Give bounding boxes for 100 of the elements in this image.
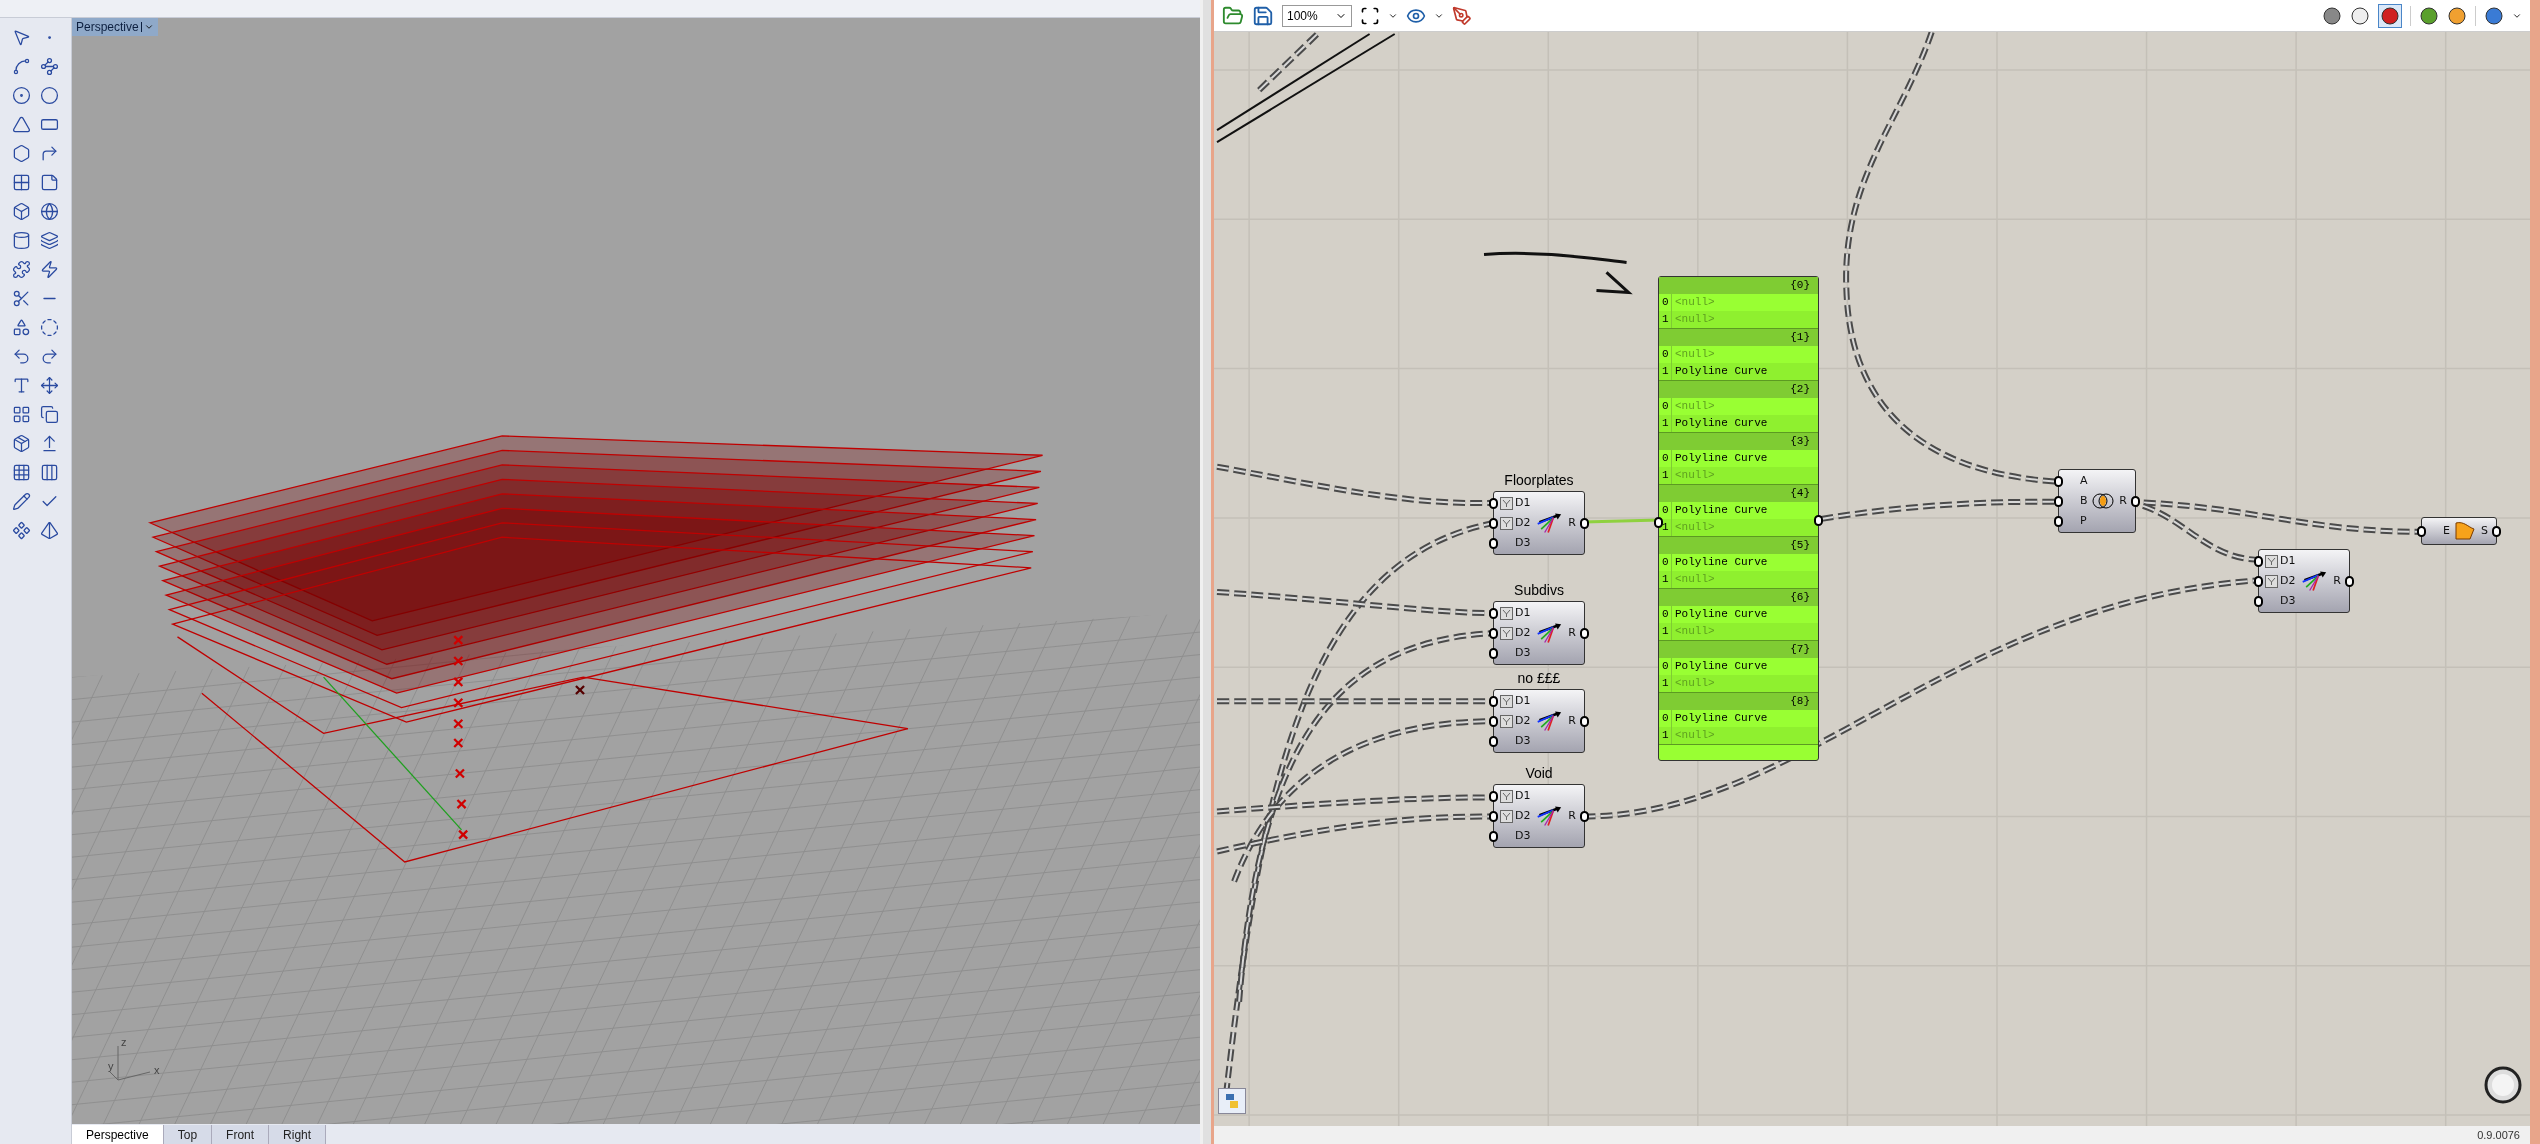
sheet-icon[interactable] bbox=[39, 173, 59, 192]
sphere-icon[interactable] bbox=[39, 202, 59, 221]
grid-icon[interactable] bbox=[12, 173, 32, 192]
grip-icon[interactable] bbox=[1489, 830, 1498, 842]
grip-icon[interactable] bbox=[2054, 475, 2063, 487]
grip-icon[interactable] bbox=[1489, 537, 1498, 549]
view-tab[interactable]: Top bbox=[163, 1125, 213, 1144]
save-icon[interactable] bbox=[1252, 4, 1274, 27]
grip-icon[interactable] bbox=[2492, 525, 2501, 537]
package-icon[interactable] bbox=[12, 434, 32, 453]
polygon-icon[interactable] bbox=[12, 144, 32, 163]
circle-icon[interactable] bbox=[12, 86, 32, 105]
sphere-icon[interactable] bbox=[2447, 5, 2467, 26]
curve-icon[interactable] bbox=[12, 57, 32, 76]
triangle-icon[interactable] bbox=[12, 115, 32, 134]
grip-icon[interactable] bbox=[1489, 790, 1498, 802]
item-index: 1 bbox=[1659, 675, 1672, 692]
grip-icon[interactable] bbox=[1489, 517, 1498, 529]
item-value: <null> bbox=[1674, 572, 1715, 588]
shapes-icon[interactable] bbox=[12, 318, 32, 337]
grip-icon[interactable] bbox=[1489, 627, 1498, 639]
move-icon[interactable] bbox=[39, 376, 59, 395]
branch-path: {7} bbox=[1790, 642, 1810, 658]
axis-label: x bbox=[154, 1063, 160, 1078]
grip-icon[interactable] bbox=[2054, 515, 2063, 527]
input-name: D3 bbox=[1515, 534, 1531, 551]
item-value: Polyline Curve bbox=[1674, 711, 1768, 727]
grip-icon[interactable] bbox=[2417, 525, 2426, 537]
cylinder-icon[interactable] bbox=[12, 231, 32, 250]
view-tab[interactable]: Perspective bbox=[72, 1125, 164, 1144]
grip-icon[interactable] bbox=[1489, 497, 1498, 509]
sphere-icon[interactable] bbox=[2484, 5, 2504, 26]
ellipse-icon[interactable] bbox=[39, 86, 59, 105]
grip-icon[interactable] bbox=[1489, 647, 1498, 659]
copy-icon[interactable] bbox=[39, 405, 59, 424]
flatten-icon[interactable] bbox=[1500, 694, 1513, 708]
flatten-icon[interactable] bbox=[2265, 554, 2278, 568]
diamond-shapes-icon[interactable] bbox=[12, 521, 32, 540]
flatten-icon[interactable] bbox=[2265, 574, 2278, 588]
item-value: <null> bbox=[1674, 624, 1715, 640]
grip-icon[interactable] bbox=[2345, 575, 2354, 587]
pencil-icon[interactable] bbox=[12, 492, 32, 511]
grip-icon[interactable] bbox=[2254, 595, 2263, 607]
sphere-icon[interactable] bbox=[2322, 5, 2342, 26]
puzzle-icon[interactable] bbox=[12, 260, 32, 279]
box-icon[interactable] bbox=[12, 202, 32, 221]
branch-path: {8} bbox=[1790, 694, 1810, 710]
grip-icon[interactable] bbox=[1489, 607, 1498, 619]
grip-icon[interactable] bbox=[1489, 715, 1498, 727]
view-tab[interactable]: Front bbox=[212, 1125, 270, 1144]
view-tab[interactable]: Right bbox=[269, 1125, 327, 1144]
python-icon[interactable] bbox=[1218, 1088, 1246, 1114]
flatten-icon[interactable] bbox=[1500, 789, 1513, 803]
grip-icon[interactable] bbox=[1580, 517, 1589, 529]
flatten-icon[interactable] bbox=[1500, 809, 1513, 823]
grid-icon[interactable] bbox=[12, 463, 32, 482]
grip-icon[interactable] bbox=[2254, 555, 2263, 567]
grip-icon[interactable] bbox=[1489, 810, 1498, 822]
grip-icon[interactable] bbox=[1580, 810, 1589, 822]
item-index: 1 bbox=[1659, 311, 1672, 328]
lightning-icon[interactable] bbox=[39, 260, 59, 279]
output-name: R bbox=[1568, 807, 1576, 824]
flatten-icon[interactable] bbox=[1500, 626, 1513, 640]
grip-icon[interactable] bbox=[2054, 495, 2063, 507]
control-points-icon[interactable] bbox=[39, 57, 59, 76]
pyramid-icon[interactable] bbox=[39, 521, 59, 540]
sphere-icon[interactable] bbox=[2419, 5, 2439, 26]
item-value: <null> bbox=[1674, 468, 1715, 484]
output-name: R bbox=[2333, 572, 2341, 589]
item-value: Polyline Curve bbox=[1674, 607, 1768, 623]
columns-icon[interactable] bbox=[39, 463, 59, 482]
branch-path: {5} bbox=[1790, 538, 1810, 554]
item-index: 1 bbox=[1659, 415, 1672, 432]
layers-icon[interactable] bbox=[39, 231, 59, 250]
grip-icon[interactable] bbox=[1489, 695, 1498, 707]
component-label: Subdivs bbox=[1514, 581, 1564, 600]
flatten-icon[interactable] bbox=[1500, 496, 1513, 510]
item-index: 1 bbox=[1659, 623, 1672, 640]
grip-icon[interactable] bbox=[2254, 575, 2263, 587]
grip-icon[interactable] bbox=[1580, 715, 1589, 727]
blocks-icon[interactable] bbox=[12, 405, 32, 424]
ring-icon[interactable] bbox=[2482, 1064, 2524, 1106]
axis-icon bbox=[110, 1044, 152, 1084]
pen-icon[interactable] bbox=[1452, 5, 1472, 26]
dropdown-caret-icon[interactable] bbox=[140, 22, 154, 32]
input-name: D2 bbox=[1515, 807, 1531, 824]
branch-path: {1} bbox=[1790, 330, 1810, 346]
grip-icon[interactable] bbox=[2131, 495, 2140, 507]
dashed-circle-icon[interactable] bbox=[39, 318, 59, 337]
zoom-dropdown[interactable]: 100% bbox=[1282, 4, 1352, 27]
item-value: Polyline Curve bbox=[1674, 416, 1768, 432]
zoom-extents-icon[interactable] bbox=[1360, 5, 1380, 26]
grip-icon[interactable] bbox=[1580, 627, 1589, 639]
open-folder-icon[interactable] bbox=[1222, 4, 1244, 27]
sphere-icon[interactable] bbox=[2350, 5, 2370, 26]
grip-icon[interactable] bbox=[1489, 735, 1498, 747]
flatten-icon[interactable] bbox=[1500, 606, 1513, 620]
flatten-icon[interactable] bbox=[1500, 516, 1513, 530]
flatten-icon[interactable] bbox=[1500, 714, 1513, 728]
pointer-icon[interactable] bbox=[12, 28, 32, 47]
